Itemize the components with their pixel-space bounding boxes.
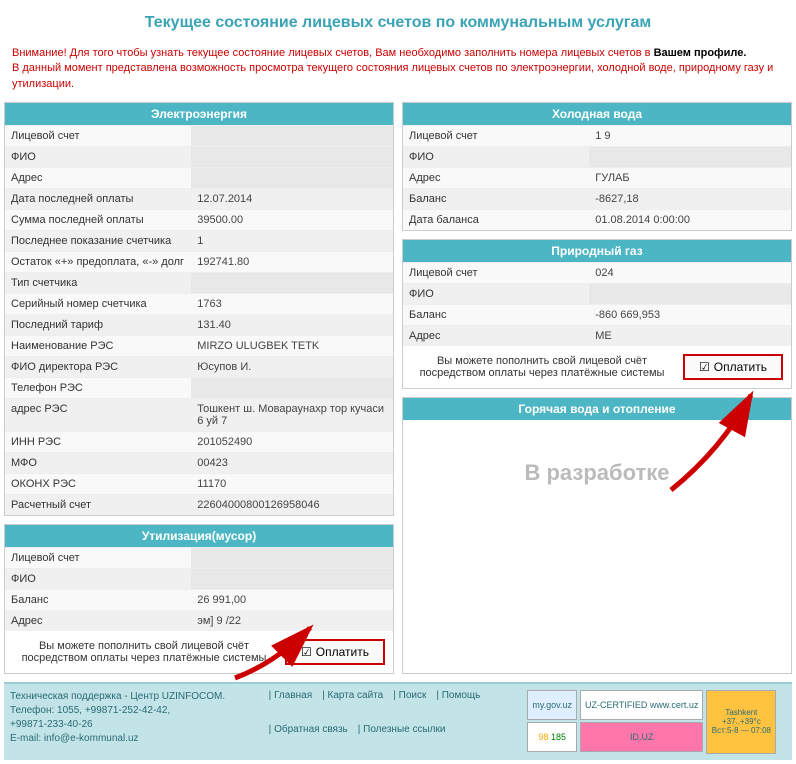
pay-button-gas[interactable]: Оплатить (683, 354, 783, 380)
footer-badges: my.gov.uz 98 185 UZ-CERTIFIED www.cert.u… (527, 690, 786, 754)
panel-util-header: Утилизация(мусор) (5, 525, 393, 547)
value: эм] 9 /22 (191, 611, 393, 631)
footer-link[interactable]: Полезные ссылки (358, 724, 446, 754)
label: Лицевой счет (5, 548, 191, 568)
badge-iduz[interactable]: ID.UZ (580, 722, 703, 752)
footer: Техническая поддержка - Центр UZINFOCOM.… (4, 682, 792, 760)
panel-coldwater-header: Холодная вода (403, 103, 791, 125)
label: Наименование РЭС (5, 336, 191, 356)
footer-link[interactable]: Поиск (393, 690, 426, 720)
value: 39500.00 (191, 210, 393, 230)
label: Лицевой счет (403, 263, 589, 283)
in-development-text: В разработке (403, 420, 791, 526)
value (589, 284, 791, 304)
pay-text-gas: Вы можете пополнить свой лицевой счёт по… (411, 355, 673, 379)
value (191, 378, 393, 398)
label: Адрес (403, 326, 589, 346)
notice-banner: Внимание! Для того чтобы узнать текущее … (4, 42, 792, 102)
badge-weather[interactable]: Tashkent +37..+39°c Вст:5-8 — 07:08 (706, 690, 776, 754)
value: 1763 (191, 294, 393, 314)
label: Серийный номер счетчика (5, 294, 191, 314)
label: Баланс (403, 305, 589, 325)
label: Последний тариф (5, 315, 191, 335)
panel-util: Утилизация(мусор) Лицевой счет ФИО Балан… (4, 524, 394, 674)
footer-support: Техническая поддержка - Центр UZINFOCOM.… (10, 690, 269, 754)
badge-mygov[interactable]: my.gov.uz (527, 690, 577, 720)
value: 11170 (191, 474, 393, 494)
panel-electro-header: Электроэнергия (5, 103, 393, 125)
label: ФИО (403, 284, 589, 304)
panel-gas: Природный газ Лицевой счет024 ФИО Баланс… (402, 239, 792, 389)
value: МE (589, 326, 791, 346)
label: Телефон РЭС (5, 378, 191, 398)
value: MIRZO ULUGBEK TETK (191, 336, 393, 356)
footer-links: Главная Карта сайта Поиск Помощь Обратна… (269, 690, 528, 754)
label: Баланс (5, 590, 191, 610)
footer-link[interactable]: Главная (269, 690, 312, 720)
value: 1 9 (589, 126, 791, 146)
value: -860 669,953 (589, 305, 791, 325)
label: Адрес (5, 611, 191, 631)
value: Юсупов И. (191, 357, 393, 377)
label: Лицевой счет (403, 126, 589, 146)
label: Дата последней оплаты (5, 189, 191, 209)
panel-hotwater-header: Горячая вода и отопление (403, 398, 791, 420)
panel-gas-header: Природный газ (403, 240, 791, 262)
value: 26 991,00 (191, 590, 393, 610)
value (191, 273, 393, 293)
value: 201052490 (191, 432, 393, 452)
label: МФО (5, 453, 191, 473)
badge-stats[interactable]: 98 185 (527, 722, 577, 752)
label: Лицевой счет (5, 126, 191, 146)
value (191, 548, 393, 568)
value: 1 (191, 231, 393, 251)
label: Остаток «+» предоплата, «-» долг (5, 252, 191, 272)
label: Сумма последней оплаты (5, 210, 191, 230)
value: 00423 (191, 453, 393, 473)
label: Последнее показание счетчика (5, 231, 191, 251)
badge-cert[interactable]: UZ-CERTIFIED www.cert.uz (580, 690, 703, 720)
label: Дата баланса (403, 210, 589, 230)
label: адрес РЭС (5, 399, 191, 431)
value: 22604000800126958046 (191, 495, 393, 515)
value: Тошкент ш. Мовараунахр тор кучаси 6 уй 7 (191, 399, 393, 431)
label: Адрес (403, 168, 589, 188)
panel-hotwater: Горячая вода и отопление В разработке (402, 397, 792, 674)
label: Баланс (403, 189, 589, 209)
label: ФИО директора РЭС (5, 357, 191, 377)
value: 192741.80 (191, 252, 393, 272)
panel-coldwater: Холодная вода Лицевой счет1 9 ФИО АдресГ… (402, 102, 792, 231)
panel-electro: Электроэнергия Лицевой счет ФИО Адрес Да… (4, 102, 394, 516)
label: ФИО (403, 147, 589, 167)
pay-button-util[interactable]: Оплатить (285, 639, 385, 665)
value: 01.08.2014 0:00:00 (589, 210, 791, 230)
value (191, 569, 393, 589)
value (191, 168, 393, 188)
pay-text-util: Вы можете пополнить свой лицевой счёт по… (13, 640, 275, 664)
notice-text-1: Внимание! Для того чтобы узнать текущее … (12, 47, 654, 59)
page-title: Текущее состояние лицевых счетов по комм… (4, 4, 792, 42)
value: 12.07.2014 (191, 189, 393, 209)
value: -8627,18 (589, 189, 791, 209)
value: ГУЛАБ (589, 168, 791, 188)
footer-link[interactable]: Помощь (436, 690, 480, 720)
footer-link[interactable]: Обратная связь (269, 724, 348, 754)
label: Расчетный счет (5, 495, 191, 515)
value (589, 147, 791, 167)
label: ФИО (5, 569, 191, 589)
value (191, 147, 393, 167)
label: ИНН РЭС (5, 432, 191, 452)
label: ФИО (5, 147, 191, 167)
label: Адрес (5, 168, 191, 188)
value: 024 (589, 263, 791, 283)
notice-bold: Вашем профиле. (654, 47, 747, 59)
notice-text-2: В данный момент представлена возможность… (12, 62, 773, 89)
value: 131.40 (191, 315, 393, 335)
label: ОКОНХ РЭС (5, 474, 191, 494)
label: Тип счетчика (5, 273, 191, 293)
footer-link[interactable]: Карта сайта (322, 690, 383, 720)
value (191, 126, 393, 146)
